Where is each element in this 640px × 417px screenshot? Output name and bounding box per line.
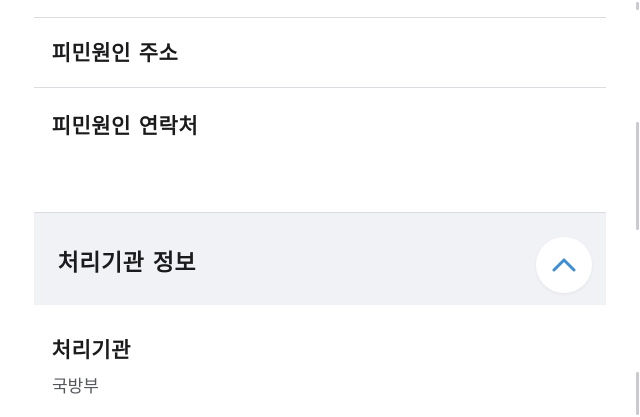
- agency-field-value: 국방부: [52, 377, 99, 397]
- row-divider: [34, 87, 606, 88]
- complainant-address-label: 피민원인 주소: [52, 41, 179, 65]
- complaint-detail-screen: 피민원인 주소 피민원인 연락처 처리기관 정보 처리기관 국방부: [0, 0, 640, 417]
- agency-info-section-title: 처리기관 정보: [58, 250, 197, 276]
- row-divider: [34, 17, 606, 18]
- scrollbar[interactable]: [630, 0, 640, 417]
- scrollbar-thumb[interactable]: [636, 2, 639, 10]
- scrollbar-thumb[interactable]: [636, 372, 639, 415]
- chevron-up-icon: [552, 258, 576, 272]
- scrollbar-thumb[interactable]: [636, 122, 639, 230]
- complainant-contact-label: 피민원인 연락처: [52, 114, 199, 138]
- agency-info-section-header[interactable]: 처리기관 정보: [34, 213, 606, 305]
- agency-field-label: 처리기관: [52, 338, 132, 362]
- collapse-section-button[interactable]: [536, 237, 592, 293]
